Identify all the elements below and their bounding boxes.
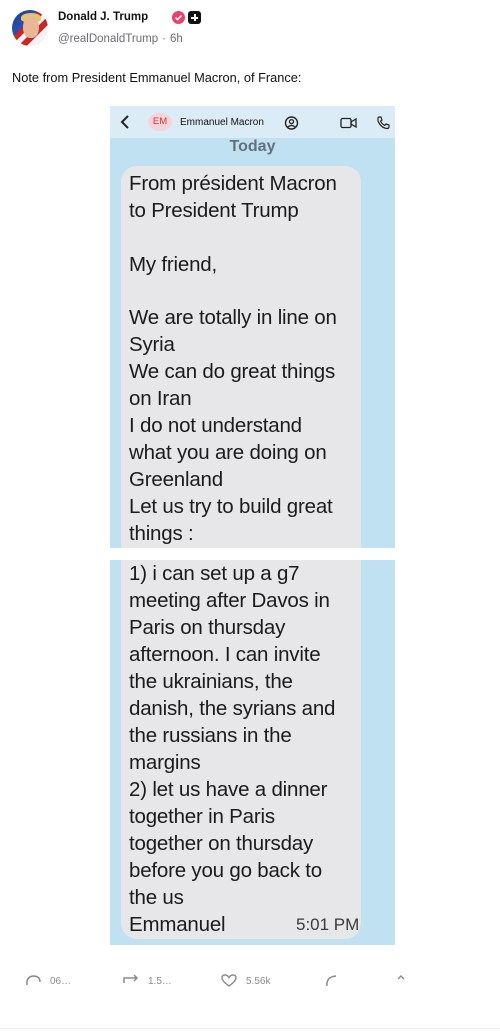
message-line: 2) let us have a dinner — [129, 778, 328, 801]
message-line: Paris on thursday — [129, 616, 286, 639]
message-line: margins — [129, 751, 201, 774]
message-line: From président Macron — [129, 172, 337, 195]
reply-icon — [26, 975, 41, 986]
share-button[interactable] — [394, 968, 414, 996]
message-line: before you go back to — [129, 859, 322, 882]
screenshot-split-divider — [110, 548, 395, 560]
message-line: to President Trump — [129, 199, 299, 222]
member-badge-icon — [188, 11, 201, 24]
message-line: danish, the syrians and — [129, 697, 336, 720]
message-line: together in Paris — [129, 805, 275, 828]
share-icon — [397, 975, 405, 980]
message-line: the us — [129, 886, 184, 909]
separator-dot: · — [162, 33, 166, 45]
author-name[interactable]: Donald J. Trump — [58, 11, 148, 23]
post-time[interactable]: 6h — [170, 33, 183, 45]
message-line: together on thursday — [129, 832, 314, 855]
repost-icon — [123, 974, 139, 983]
back-chevron-icon — [120, 115, 129, 129]
message-line: the ukrainians, the — [129, 670, 293, 693]
video-call-icon — [340, 117, 357, 129]
post-action-bar: 06… 1.5… 5.56k — [0, 968, 500, 998]
avatar-face — [23, 16, 39, 38]
message-line: what you are doing on — [129, 441, 327, 464]
repost-button[interactable]: 1.5… — [122, 968, 182, 996]
repost-count: 1.5… — [148, 976, 172, 987]
date-label: Today — [229, 138, 276, 155]
message-line: We can do great things — [129, 360, 336, 383]
post-header: Donald J. Trump @realDonaldTrump · 6h — [12, 8, 488, 48]
author-handle[interactable]: @realDonaldTrump — [58, 33, 158, 45]
phone-call-icon — [377, 116, 390, 130]
message-timestamp: 5:01 PM — [296, 915, 360, 934]
message-line: Emmanuel — [129, 913, 226, 936]
message-bubble-top: From président Macron to President Trump… — [121, 166, 361, 548]
message-line: Let us try to build great — [129, 495, 333, 518]
message-line: I do not understand — [129, 414, 302, 437]
message-line: Greenland — [129, 468, 223, 491]
message-line: 1) i can set up a g7 — [129, 562, 300, 585]
message-line: We are totally in line on — [129, 306, 337, 329]
message-line: Syria — [129, 333, 175, 356]
bottom-divider — [0, 1028, 500, 1029]
author-handle-line: @realDonaldTrump · 6h — [58, 33, 183, 45]
message-line: things : — [129, 522, 194, 545]
contact-name: Emmanuel Macron — [180, 117, 264, 128]
chat-header: EM Emmanuel Macron — [110, 106, 395, 138]
contact-avatar: EM — [148, 113, 172, 131]
message-bubble-bottom: 1) i can set up a g7 meeting after Davos… — [121, 560, 361, 939]
reply-button[interactable]: 06… — [24, 968, 84, 996]
post-text: Note from President Emmanuel Macron, of … — [12, 70, 302, 85]
message-line: the russians in the — [129, 724, 292, 747]
message-line: on Iran — [129, 387, 192, 410]
comment-thread-button[interactable] — [324, 968, 354, 996]
verified-badge-icon — [172, 11, 185, 24]
message-line: My friend, — [129, 253, 217, 276]
author-avatar[interactable] — [12, 10, 48, 46]
message-line: afternoon. I can invite — [129, 643, 321, 666]
thread-icon — [326, 975, 337, 987]
contact-info-icon — [284, 116, 299, 130]
heart-icon — [221, 974, 237, 987]
like-button[interactable]: 5.56k — [220, 968, 290, 996]
reply-count: 06… — [50, 976, 72, 987]
message-line: meeting after Davos in — [129, 589, 330, 612]
embedded-screenshot[interactable]: EM Emmanuel Macron Today From président … — [110, 106, 395, 945]
like-count: 5.56k — [246, 976, 271, 987]
